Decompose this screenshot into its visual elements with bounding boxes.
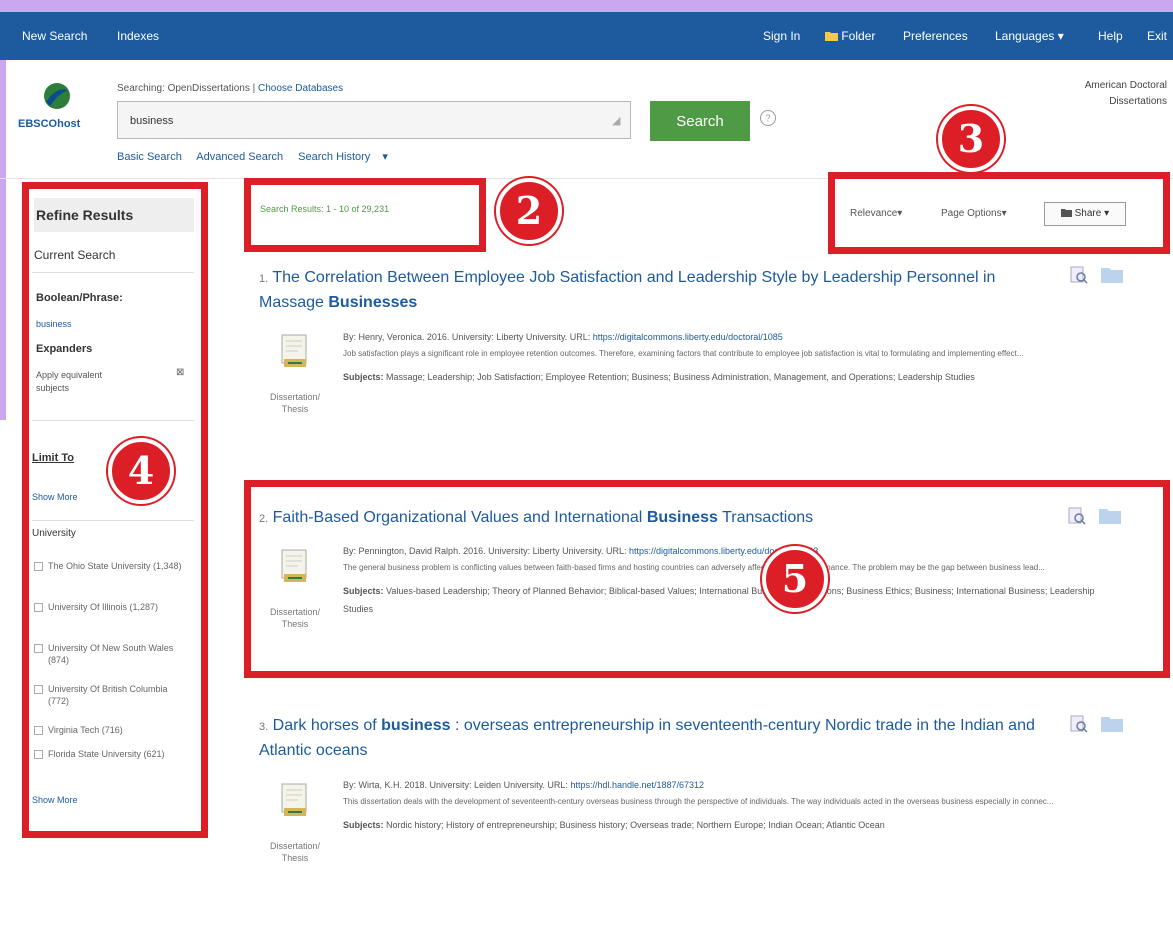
folder-icon [825, 32, 838, 41]
result-abstract: Job satisfaction plays a significant rol… [343, 349, 1024, 358]
dissertation-icon [281, 334, 307, 367]
nav-folder[interactable]: Folder [825, 29, 875, 43]
database-name-line-1: American Doctoral [1084, 80, 1167, 91]
subjects-label: Subjects: [343, 820, 384, 830]
search-mode-links: Basic Search Advanced Search Search Hist… [117, 150, 400, 163]
magnifier-preview-icon[interactable] [1070, 715, 1088, 733]
result-subjects: Subjects: Nordic history; History of ent… [343, 816, 1103, 834]
add-to-folder-icon[interactable] [1100, 715, 1124, 733]
result-number: 3. [259, 721, 269, 733]
result-byline: By: Henry, Veronica. 2016. University: L… [343, 328, 1103, 346]
nav-indexes[interactable]: Indexes [117, 29, 159, 43]
result-number: 1. [259, 273, 269, 285]
ebsco-logo-icon [44, 83, 70, 109]
advanced-search-link[interactable]: Advanced Search [196, 151, 283, 163]
result-details-3: By: Wirta, K.H. 2018. University: Leiden… [343, 776, 1103, 834]
search-history-label: Search History [298, 151, 371, 163]
top-frame-border [0, 0, 1173, 12]
nav-folder-label: Folder [841, 29, 876, 43]
result-details-1: By: Henry, Veronica. 2016. University: L… [343, 328, 1103, 386]
choose-databases-link[interactable]: Choose Databases [258, 83, 343, 94]
searching-line: Searching: OpenDissertations | Choose Da… [117, 83, 344, 94]
search-input[interactable] [128, 111, 602, 131]
search-history-link[interactable]: Search History ▾ [298, 151, 388, 163]
dissertation-icon [281, 783, 307, 816]
doc-type-label: Dissertation/ Thesis [269, 841, 321, 863]
basic-search-link[interactable]: Basic Search [117, 151, 182, 163]
result-title-3[interactable]: 3. Dark horses of business : overseas en… [259, 714, 1049, 763]
nav-sign-in[interactable]: Sign In [763, 29, 800, 43]
result-actions [1070, 264, 1130, 286]
database-name-line-2: Dissertations [1109, 96, 1167, 107]
annotation-box-3 [828, 172, 1170, 254]
search-button[interactable]: Search [650, 101, 750, 141]
result-title-1[interactable]: 1. The Correlation Between Employee Job … [259, 266, 1049, 315]
nav-new-search[interactable]: New Search [22, 29, 87, 43]
byline-text: By: Henry, Veronica. 2016. University: L… [343, 332, 591, 342]
byline-text: By: Wirta, K.H. 2018. University: Leiden… [343, 780, 568, 790]
result-url-link[interactable]: https://digitalcommons.liberty.edu/docto… [593, 332, 783, 342]
result-actions [1070, 713, 1130, 735]
result-abstract: This dissertation deals with the develop… [343, 797, 1054, 806]
annotation-badge-2: 2 [496, 178, 562, 244]
nav-exit[interactable]: Exit [1147, 29, 1167, 43]
annotation-badge-5: 5 [762, 546, 828, 612]
annotation-box-4 [22, 182, 208, 838]
subjects-text: Massage; Leadership; Job Satisfaction; E… [386, 372, 975, 382]
result-title-highlight: business [381, 717, 451, 734]
annotation-badge-3: 3 [938, 106, 1004, 172]
logo-text: EBSCOhost [18, 118, 81, 130]
left-frame-strip [0, 60, 6, 420]
result-url-link[interactable]: https://hdl.handle.net/1887/67312 [570, 780, 704, 790]
add-to-folder-icon[interactable] [1100, 266, 1124, 284]
subjects-label: Subjects: [343, 372, 384, 382]
subjects-text: Nordic history; History of entrepreneurs… [386, 820, 885, 830]
searching-label: Searching: OpenDissertations [117, 83, 250, 94]
help-icon[interactable]: ? [760, 110, 776, 126]
nav-languages-label: Languages [995, 29, 1055, 43]
nav-help[interactable]: Help [1098, 29, 1123, 43]
nav-preferences[interactable]: Preferences [903, 29, 968, 43]
annotation-box-2 [244, 178, 486, 252]
result-title-text: Dark horses of [272, 717, 377, 734]
resize-handle-icon[interactable]: ◢ [612, 114, 624, 127]
annotation-box-5 [244, 480, 1170, 678]
result-byline: By: Wirta, K.H. 2018. University: Leiden… [343, 776, 1103, 794]
annotation-badge-4: 4 [108, 438, 174, 504]
magnifier-preview-icon[interactable] [1070, 266, 1088, 284]
result-title-highlight: Businesses [328, 294, 418, 311]
search-box[interactable]: ◢ [117, 101, 631, 139]
doc-type-label: Dissertation/ Thesis [269, 392, 321, 414]
top-navbar: New Search Indexes Sign In Folder Prefer… [0, 12, 1173, 60]
result-subjects: Subjects: Massage; Leadership; Job Satis… [343, 368, 1103, 386]
nav-languages[interactable]: Languages ▾ [995, 29, 1064, 43]
database-name: American Doctoral Dissertations [1037, 78, 1167, 110]
ebsco-logo[interactable]: EBSCOhost [18, 82, 102, 142]
